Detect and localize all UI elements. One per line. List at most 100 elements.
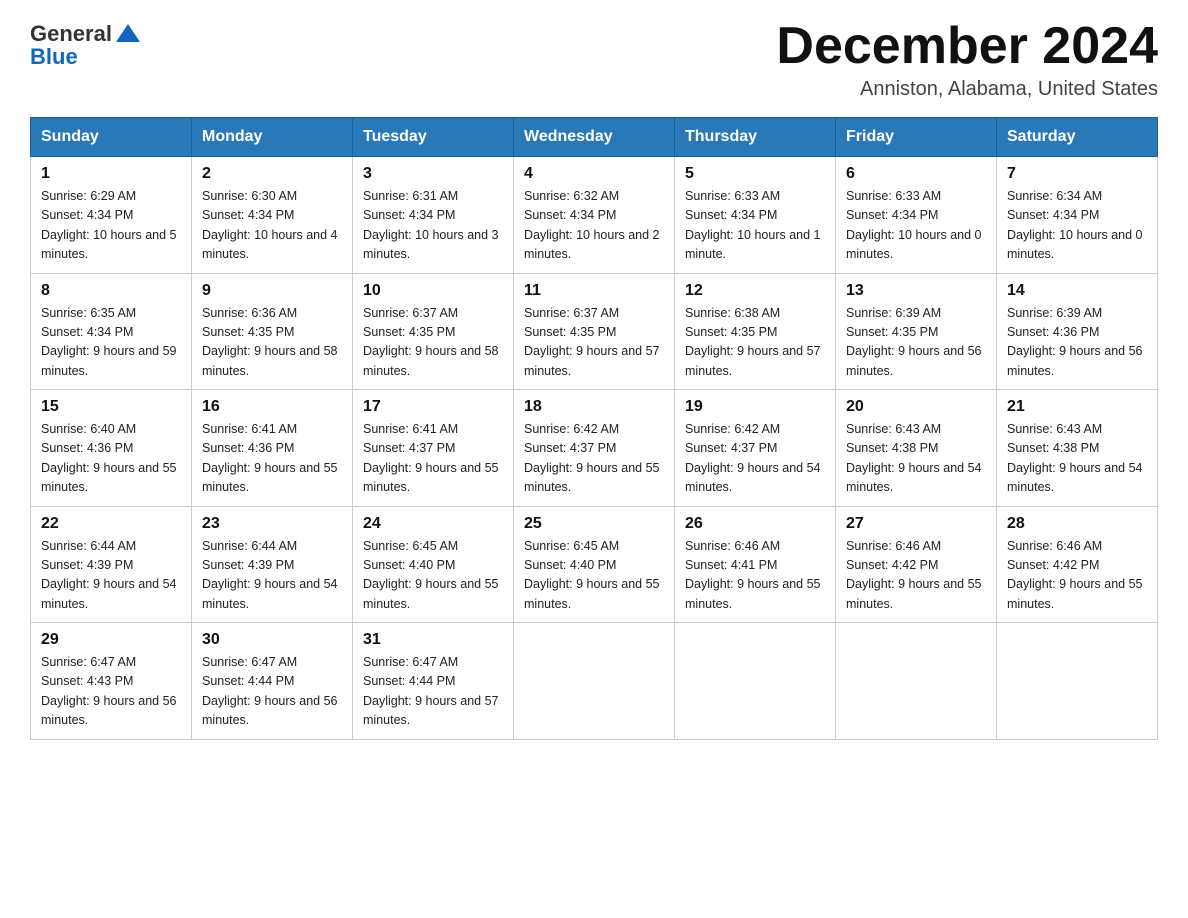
calendar-cell: 18Sunrise: 6:42 AMSunset: 4:37 PMDayligh… (514, 390, 675, 507)
day-info: Sunrise: 6:46 AMSunset: 4:42 PMDaylight:… (846, 537, 986, 615)
calendar-cell: 28Sunrise: 6:46 AMSunset: 4:42 PMDayligh… (997, 506, 1158, 623)
day-number: 14 (1007, 282, 1147, 300)
day-number: 6 (846, 165, 986, 183)
calendar-cell (514, 623, 675, 740)
day-number: 2 (202, 165, 342, 183)
day-number: 12 (685, 282, 825, 300)
day-info: Sunrise: 6:44 AMSunset: 4:39 PMDaylight:… (202, 537, 342, 615)
calendar-table: SundayMondayTuesdayWednesdayThursdayFrid… (30, 117, 1158, 740)
day-info: Sunrise: 6:29 AMSunset: 4:34 PMDaylight:… (41, 187, 181, 265)
day-number: 9 (202, 282, 342, 300)
day-info: Sunrise: 6:45 AMSunset: 4:40 PMDaylight:… (524, 537, 664, 615)
day-info: Sunrise: 6:44 AMSunset: 4:39 PMDaylight:… (41, 537, 181, 615)
day-info: Sunrise: 6:43 AMSunset: 4:38 PMDaylight:… (1007, 420, 1147, 498)
day-info: Sunrise: 6:41 AMSunset: 4:37 PMDaylight:… (363, 420, 503, 498)
calendar-cell: 24 Sunrise: 6:45 AMSunset: 4:40 PMDayligh… (353, 506, 514, 623)
day-number: 7 (1007, 165, 1147, 183)
day-number: 8 (41, 282, 181, 300)
day-number: 1 (41, 165, 181, 183)
day-info: Sunrise: 6:46 AMSunset: 4:41 PMDaylight:… (685, 537, 825, 615)
column-header-wednesday: Wednesday (514, 118, 675, 157)
column-header-friday: Friday (836, 118, 997, 157)
calendar-cell: 12 Sunrise: 6:38 AMSunset: 4:35 PMDayligh… (675, 273, 836, 390)
calendar-cell: 31 Sunrise: 6:47 AMSunset: 4:44 PMDayligh… (353, 623, 514, 740)
day-info: Sunrise: 6:35 AMSunset: 4:34 PMDaylight:… (41, 304, 181, 382)
week-row-5: 29 Sunrise: 6:47 AMSunset: 4:43 PMDayligh… (31, 623, 1158, 740)
day-info: Sunrise: 6:41 AMSunset: 4:36 PMDaylight:… (202, 420, 342, 498)
location-subtitle: Anniston, Alabama, United States (776, 78, 1158, 101)
day-info: Sunrise: 6:38 AMSunset: 4:35 PMDaylight:… (685, 304, 825, 382)
calendar-cell: 13Sunrise: 6:39 AMSunset: 4:35 PMDayligh… (836, 273, 997, 390)
calendar-cell (675, 623, 836, 740)
day-number: 10 (363, 282, 503, 300)
calendar-cell: 14 Sunrise: 6:39 AMSunset: 4:36 PMDayligh… (997, 273, 1158, 390)
day-info: Sunrise: 6:42 AMSunset: 4:37 PMDaylight:… (685, 420, 825, 498)
calendar-cell (836, 623, 997, 740)
calendar-cell: 10 Sunrise: 6:37 AMSunset: 4:35 PMDayligh… (353, 273, 514, 390)
calendar-cell: 27Sunrise: 6:46 AMSunset: 4:42 PMDayligh… (836, 506, 997, 623)
day-info: Sunrise: 6:47 AMSunset: 4:44 PMDaylight:… (202, 653, 342, 731)
calendar-cell: 1 Sunrise: 6:29 AMSunset: 4:34 PMDaylight… (31, 157, 192, 274)
day-info: Sunrise: 6:33 AMSunset: 4:34 PMDaylight:… (685, 187, 825, 265)
day-info: Sunrise: 6:47 AMSunset: 4:44 PMDaylight:… (363, 653, 503, 731)
day-info: Sunrise: 6:39 AMSunset: 4:36 PMDaylight:… (1007, 304, 1147, 382)
logo: General Blue (30, 20, 142, 70)
calendar-cell: 16 Sunrise: 6:41 AMSunset: 4:36 PMDayligh… (192, 390, 353, 507)
calendar-cell: 22 Sunrise: 6:44 AMSunset: 4:39 PMDayligh… (31, 506, 192, 623)
day-number: 24 (363, 515, 503, 533)
day-info: Sunrise: 6:43 AMSunset: 4:38 PMDaylight:… (846, 420, 986, 498)
logo-blue-text: Blue (30, 44, 78, 70)
day-number: 19 (685, 398, 825, 416)
calendar-cell: 6 Sunrise: 6:33 AMSunset: 4:34 PMDaylight… (836, 157, 997, 274)
day-number: 16 (202, 398, 342, 416)
calendar-header-row: SundayMondayTuesdayWednesdayThursdayFrid… (31, 118, 1158, 157)
column-header-monday: Monday (192, 118, 353, 157)
day-number: 22 (41, 515, 181, 533)
calendar-cell: 2 Sunrise: 6:30 AMSunset: 4:34 PMDaylight… (192, 157, 353, 274)
day-number: 26 (685, 515, 825, 533)
title-area: December 2024 Anniston, Alabama, United … (776, 20, 1158, 101)
calendar-cell: 4Sunrise: 6:32 AMSunset: 4:34 PMDaylight… (514, 157, 675, 274)
calendar-cell: 29 Sunrise: 6:47 AMSunset: 4:43 PMDayligh… (31, 623, 192, 740)
calendar-cell: 7 Sunrise: 6:34 AMSunset: 4:34 PMDaylight… (997, 157, 1158, 274)
day-info: Sunrise: 6:40 AMSunset: 4:36 PMDaylight:… (41, 420, 181, 498)
calendar-cell: 3 Sunrise: 6:31 AMSunset: 4:34 PMDaylight… (353, 157, 514, 274)
day-info: Sunrise: 6:31 AMSunset: 4:34 PMDaylight:… (363, 187, 503, 265)
day-info: Sunrise: 6:37 AMSunset: 4:35 PMDaylight:… (524, 304, 664, 382)
day-number: 5 (685, 165, 825, 183)
calendar-cell (997, 623, 1158, 740)
day-info: Sunrise: 6:47 AMSunset: 4:43 PMDaylight:… (41, 653, 181, 731)
day-number: 30 (202, 631, 342, 649)
day-info: Sunrise: 6:30 AMSunset: 4:34 PMDaylight:… (202, 187, 342, 265)
calendar-cell: 23Sunrise: 6:44 AMSunset: 4:39 PMDayligh… (192, 506, 353, 623)
day-info: Sunrise: 6:34 AMSunset: 4:34 PMDaylight:… (1007, 187, 1147, 265)
month-year-title: December 2024 (776, 20, 1158, 72)
day-info: Sunrise: 6:33 AMSunset: 4:34 PMDaylight:… (846, 187, 986, 265)
day-number: 17 (363, 398, 503, 416)
day-info: Sunrise: 6:36 AMSunset: 4:35 PMDaylight:… (202, 304, 342, 382)
day-number: 18 (524, 398, 664, 416)
day-number: 3 (363, 165, 503, 183)
column-header-saturday: Saturday (997, 118, 1158, 157)
day-number: 4 (524, 165, 664, 183)
calendar-cell: 8 Sunrise: 6:35 AMSunset: 4:34 PMDaylight… (31, 273, 192, 390)
calendar-cell: 26 Sunrise: 6:46 AMSunset: 4:41 PMDayligh… (675, 506, 836, 623)
day-number: 15 (41, 398, 181, 416)
calendar-cell: 21Sunrise: 6:43 AMSunset: 4:38 PMDayligh… (997, 390, 1158, 507)
week-row-4: 22 Sunrise: 6:44 AMSunset: 4:39 PMDayligh… (31, 506, 1158, 623)
day-info: Sunrise: 6:37 AMSunset: 4:35 PMDaylight:… (363, 304, 503, 382)
column-header-thursday: Thursday (675, 118, 836, 157)
day-number: 29 (41, 631, 181, 649)
day-number: 20 (846, 398, 986, 416)
day-number: 28 (1007, 515, 1147, 533)
calendar-cell: 9 Sunrise: 6:36 AMSunset: 4:35 PMDaylight… (192, 273, 353, 390)
calendar-cell: 19 Sunrise: 6:42 AMSunset: 4:37 PMDayligh… (675, 390, 836, 507)
day-number: 31 (363, 631, 503, 649)
week-row-3: 15 Sunrise: 6:40 AMSunset: 4:36 PMDayligh… (31, 390, 1158, 507)
header: General Blue December 2024 Anniston, Ala… (30, 20, 1158, 101)
calendar-cell: 5 Sunrise: 6:33 AMSunset: 4:34 PMDaylight… (675, 157, 836, 274)
day-info: Sunrise: 6:45 AMSunset: 4:40 PMDaylight:… (363, 537, 503, 615)
column-header-tuesday: Tuesday (353, 118, 514, 157)
calendar-cell: 11Sunrise: 6:37 AMSunset: 4:35 PMDayligh… (514, 273, 675, 390)
logo-icon (114, 20, 142, 48)
